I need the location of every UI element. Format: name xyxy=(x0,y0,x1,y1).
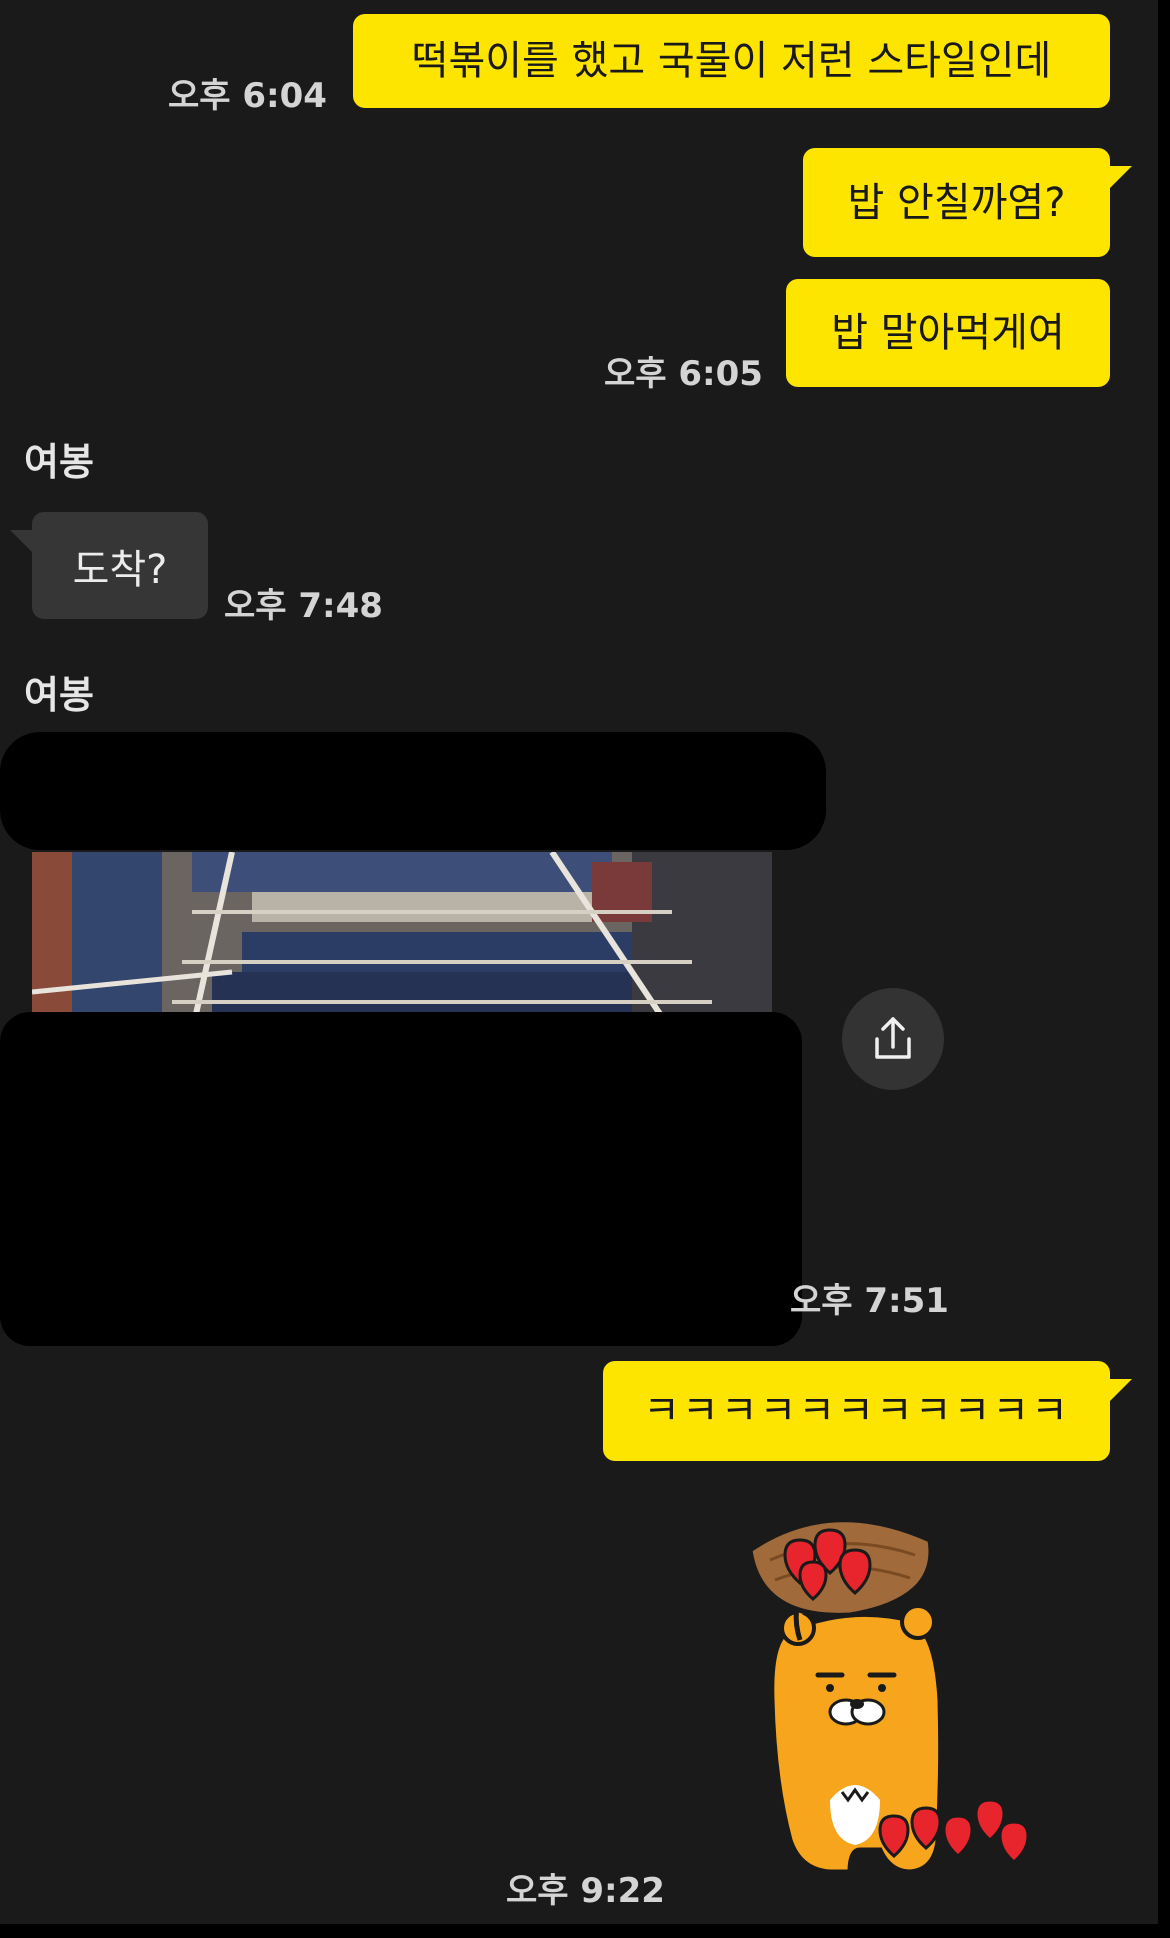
message-time: 오후 6:04 xyxy=(168,76,327,116)
drying-rack-photo xyxy=(32,852,772,1032)
bubble-tail xyxy=(1108,166,1132,190)
outgoing-message-bubble[interactable]: 떡볶이를 했고 국물이 저런 스타일인데 xyxy=(353,14,1110,108)
outgoing-message-bubble[interactable]: 밥 말아먹게여 xyxy=(786,279,1110,387)
ryan-sticker-icon xyxy=(747,1517,1030,1875)
message-time: 오후 6:05 xyxy=(604,354,763,394)
bubble-tail xyxy=(10,530,34,554)
message-text: 밥 말아먹게여 xyxy=(831,310,1065,356)
message-time: 오후 7:51 xyxy=(790,1281,949,1321)
chat-window: 오후 6:04 떡볶이를 했고 국물이 저런 스타일인데 밥 안칠까염? 오후 … xyxy=(0,0,1158,1924)
message-time: 오후 9:22 xyxy=(506,1871,665,1911)
message-text: 밥 안칠까염? xyxy=(847,179,1066,226)
message-text: ㅋㅋㅋㅋㅋㅋㅋㅋㅋㅋㅋ xyxy=(643,1388,1070,1434)
sticker-message[interactable] xyxy=(730,1500,1060,1890)
incoming-message-bubble[interactable]: 도착? xyxy=(10,512,208,619)
outgoing-message-bubble[interactable]: ㅋㅋㅋㅋㅋㅋㅋㅋㅋㅋㅋ xyxy=(603,1361,1132,1461)
bubble-tail xyxy=(1108,1379,1132,1403)
redacted-region xyxy=(0,1012,802,1346)
message-text: 도착? xyxy=(72,546,168,593)
outgoing-message-bubble[interactable]: 밥 안칠까염? xyxy=(803,148,1132,257)
share-button[interactable] xyxy=(842,988,944,1090)
sender-name: 여봉 xyxy=(24,440,94,484)
share-upload-icon xyxy=(875,1017,911,1059)
sender-name: 여봉 xyxy=(24,673,94,717)
photo-message[interactable] xyxy=(32,852,772,1032)
message-time: 오후 7:48 xyxy=(224,586,383,626)
message-text: 떡볶이를 했고 국물이 저런 스타일인데 xyxy=(411,38,1052,84)
redacted-region xyxy=(0,732,826,850)
